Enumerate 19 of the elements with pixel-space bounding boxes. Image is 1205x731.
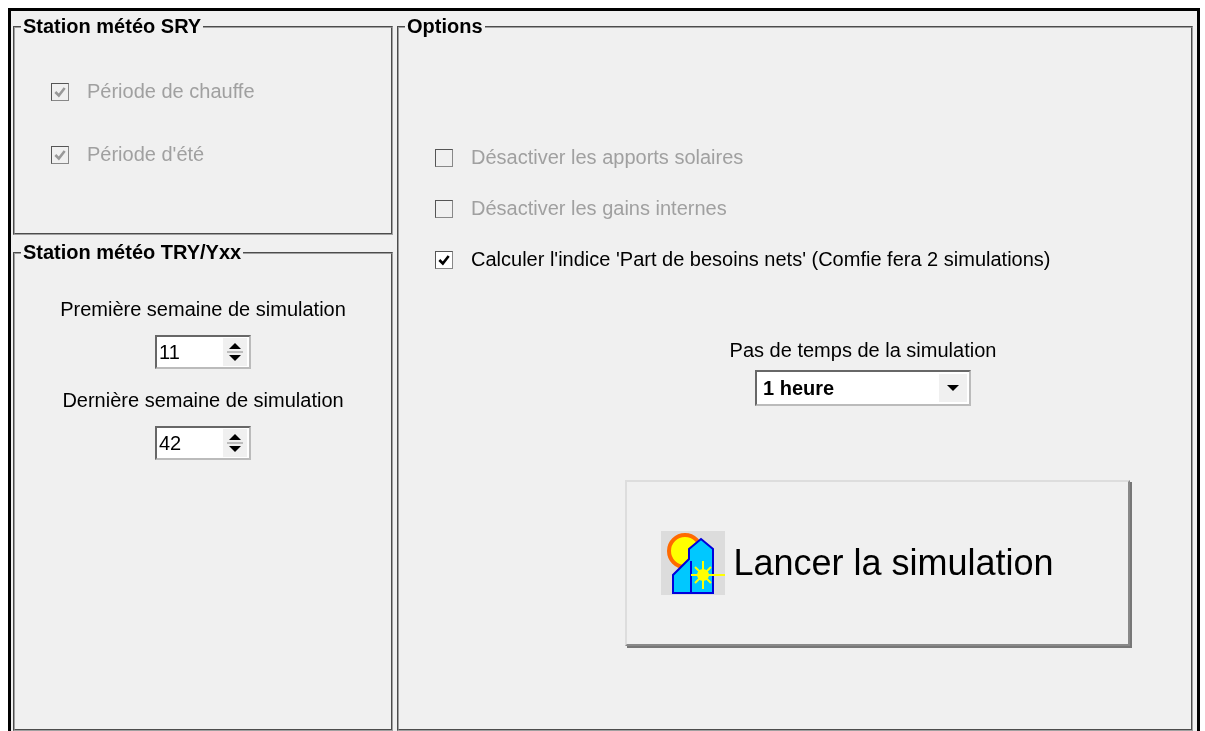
group-title: Options: [406, 15, 484, 38]
spin-field[interactable]: 11: [155, 335, 251, 369]
group-title: Station météo SRY: [22, 15, 203, 38]
checkbox-label: Période de chauffe: [87, 80, 255, 103]
checkbox-label: Désactiver les gains internes: [471, 197, 727, 220]
checkbox[interactable]: [435, 250, 453, 269]
group-title: Station météo TRY/Yxx: [22, 241, 243, 264]
spin-arrows-icon[interactable]: [223, 338, 247, 366]
dropdown-label: Pas de temps de la simulation: [729, 339, 997, 362]
spin-arrows-icon[interactable]: [223, 429, 247, 457]
spin-field[interactable]: 42: [155, 426, 251, 460]
sun-house-icon: [661, 531, 726, 595]
checkbox-label: Période d'été: [87, 143, 205, 166]
checkbox-label: Désactiver les apports solaires: [471, 146, 744, 169]
spinner-label: Première semaine de simulation: [60, 298, 346, 321]
run-simulation-button[interactable]: Lancer la simulation: [625, 480, 1130, 646]
checkbox-label: Calculer l'indice 'Part de besoins nets' (Comfie fera 2 simulations): [471, 248, 1051, 271]
dropdown[interactable]: 1 heure: [755, 370, 971, 406]
spinner-label: Dernière semaine de simulation: [62, 389, 344, 412]
